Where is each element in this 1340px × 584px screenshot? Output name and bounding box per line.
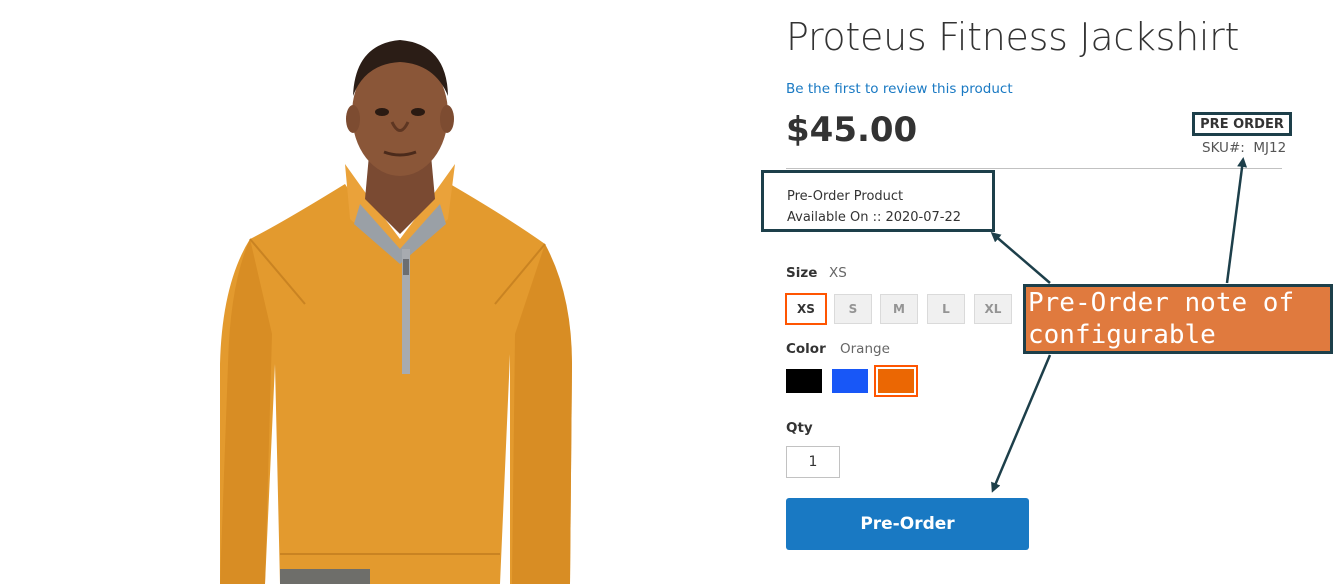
size-option-xl[interactable]: XL <box>974 294 1012 324</box>
preorder-button[interactable]: Pre-Order <box>786 498 1029 550</box>
size-label: Size <box>786 265 818 281</box>
preorder-note-date: Available On :: 2020-07-22 <box>787 210 962 225</box>
color-label: Color <box>786 341 826 357</box>
arrow-to-sku <box>1225 157 1248 284</box>
product-image <box>220 40 572 584</box>
qty-input[interactable] <box>786 446 840 478</box>
sku: SKU#: MJ12 <box>1202 140 1286 156</box>
review-link[interactable]: Be the first to review this product <box>786 81 1013 97</box>
qty-label: Qty <box>786 420 813 436</box>
annotation-line-2: configurable product <box>1028 320 1216 382</box>
color-swatch-orange[interactable] <box>874 365 918 397</box>
product-title: Proteus Fitness Jackshirt <box>786 15 1240 59</box>
color-selected-value: Orange <box>840 341 890 357</box>
annotation-callout: Pre-Order note of configurable product <box>1023 284 1333 382</box>
size-option-m[interactable]: M <box>880 294 918 324</box>
color-swatch-blue[interactable] <box>832 369 868 393</box>
preorder-note-title: Pre-Order Product <box>787 189 904 204</box>
size-selected-value: XS <box>829 265 847 281</box>
status-badge: PRE ORDER <box>1192 112 1292 136</box>
size-option-xs[interactable]: XS <box>785 293 827 325</box>
sku-value: MJ12 <box>1253 140 1287 156</box>
color-swatch-black[interactable] <box>786 369 822 393</box>
sku-label: SKU#: <box>1202 140 1245 156</box>
annotation-line-1: Pre-Order note of <box>1028 288 1295 318</box>
arrow-to-note <box>990 232 1051 284</box>
size-option-l[interactable]: L <box>927 294 965 324</box>
preorder-note: Pre-Order Product Available On :: 2020-0… <box>761 170 995 232</box>
size-option-s[interactable]: S <box>834 294 872 324</box>
product-price: $45.00 <box>786 110 918 150</box>
divider <box>786 168 1282 169</box>
